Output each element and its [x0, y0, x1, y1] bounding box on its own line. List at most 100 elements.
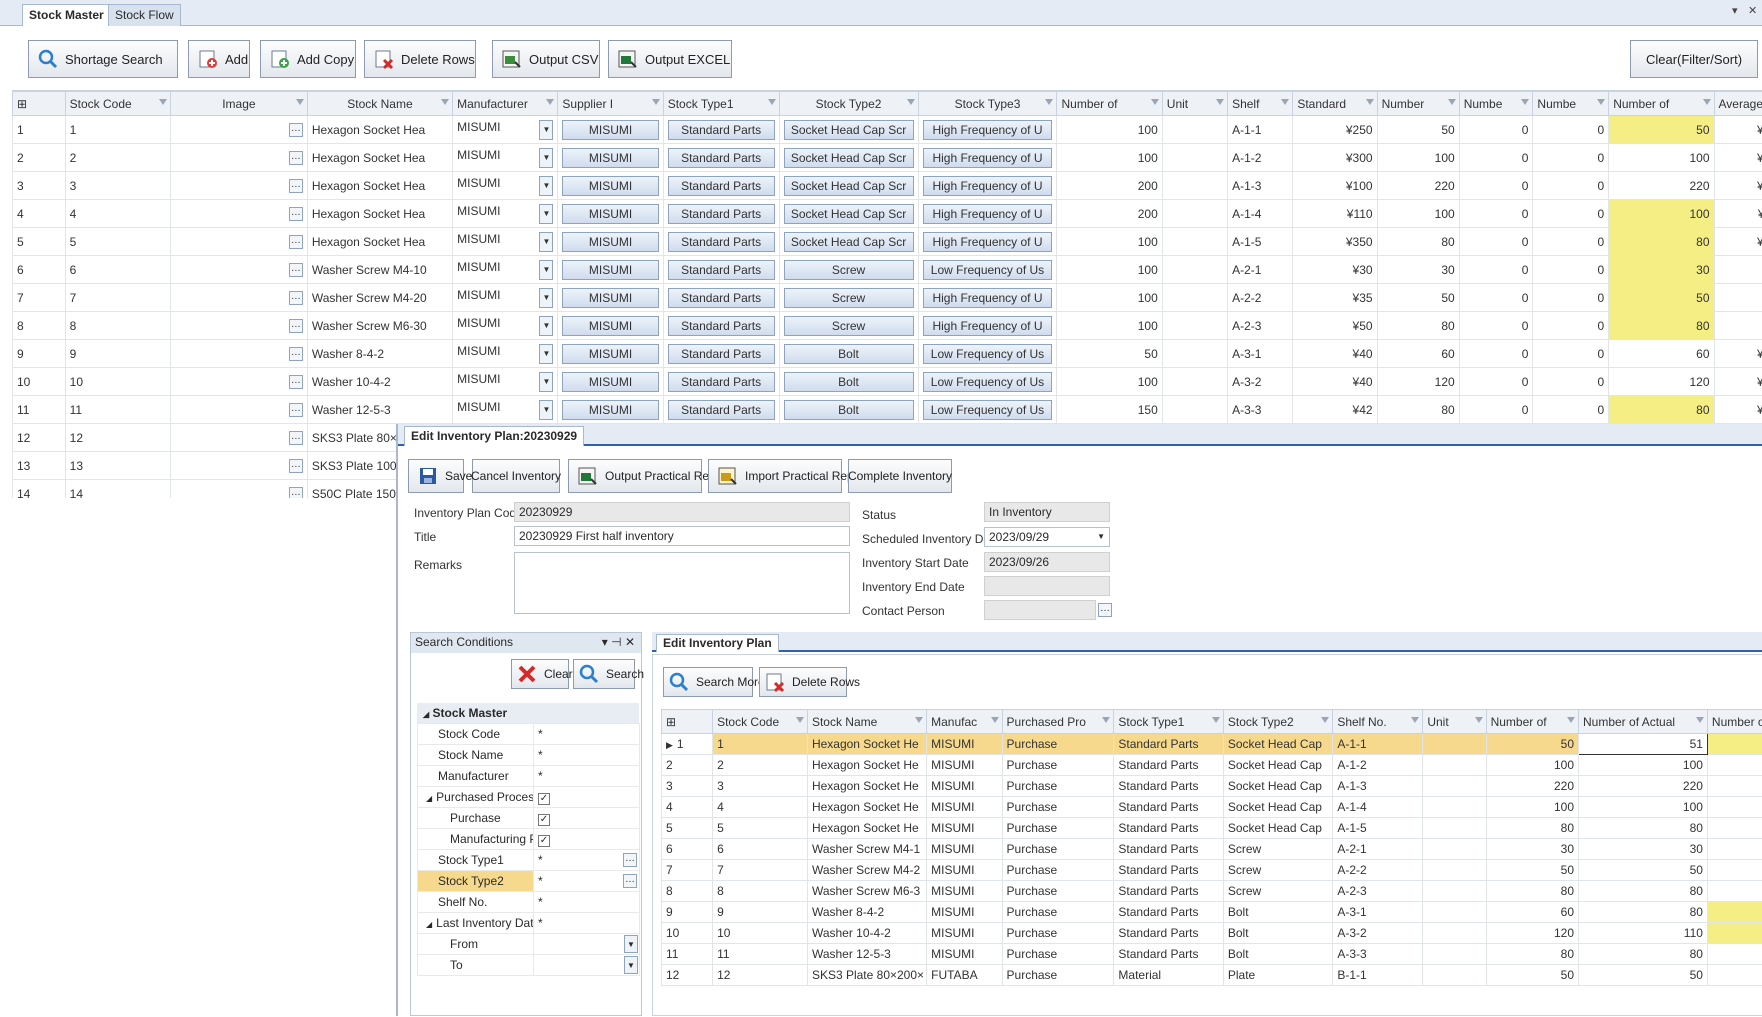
table-cell[interactable]: 100	[1486, 755, 1578, 776]
ellipsis-button[interactable]: …	[623, 874, 637, 888]
table-cell[interactable]: 110	[1579, 923, 1708, 944]
table-cell[interactable]: 60	[1486, 902, 1578, 923]
table-cell[interactable]: MISUMI	[558, 340, 663, 368]
image-ellipsis-button[interactable]: …	[289, 123, 303, 137]
table-cell[interactable]: MISUMI	[927, 881, 1002, 902]
table-cell[interactable]: 30	[1377, 256, 1459, 284]
cell-button[interactable]: Standard Parts	[668, 400, 775, 420]
table-cell[interactable]: 12	[65, 424, 170, 452]
complete-inventory-button[interactable]: Complete Inventory	[848, 459, 952, 493]
table-cell[interactable]: Washer Screw M4-20	[307, 284, 452, 312]
table-cell[interactable]: A-1-1	[1333, 734, 1423, 755]
table-cell[interactable]: 0	[1459, 368, 1533, 396]
table-cell[interactable]: Washer 8-4-2	[807, 902, 926, 923]
table-cell[interactable]: 13	[65, 452, 170, 480]
table-cell[interactable]: Screw	[1223, 881, 1332, 902]
table-cell[interactable]: Bolt	[1223, 902, 1332, 923]
table-cell[interactable]	[1707, 839, 1762, 860]
table-row[interactable]: 77…Washer Screw M4-20MISUMI▼MISUMIStanda…	[13, 284, 1762, 312]
table-cell[interactable]: …	[170, 340, 307, 368]
table-cell[interactable]: 5	[662, 818, 713, 839]
table-cell[interactable]: ¥30	[1293, 256, 1377, 284]
table-cell[interactable]: 8	[662, 881, 713, 902]
column-header[interactable]: Stock Name	[807, 710, 926, 734]
table-cell[interactable]: Socket Head Cap Scr	[779, 116, 918, 144]
table-cell[interactable]: A-2-2	[1228, 284, 1293, 312]
chevron-down-icon[interactable]: ▼	[624, 935, 638, 953]
table-cell[interactable]	[1423, 881, 1486, 902]
cell-button[interactable]: Screw	[784, 260, 914, 280]
table-cell[interactable]: Socket Head Cap	[1223, 755, 1332, 776]
chevron-down-icon[interactable]: ▼	[539, 400, 553, 420]
add-copy-button[interactable]: Add Copy	[260, 40, 356, 78]
table-cell[interactable]: 4	[65, 200, 170, 228]
output-practical-report-button[interactable]: Output Practical Report	[568, 459, 702, 493]
table-cell[interactable]: 4	[713, 797, 808, 818]
condition-row[interactable]: Shelf No.*	[418, 892, 640, 913]
image-ellipsis-button[interactable]: …	[289, 179, 303, 193]
condition-value-cell[interactable]: *	[534, 892, 640, 913]
cell-button[interactable]: High Frequency of U	[923, 120, 1053, 140]
table-cell[interactable]: Hexagon Socket Hea	[307, 228, 452, 256]
table-cell[interactable]: 0	[1533, 172, 1609, 200]
table-cell[interactable]: MISUMI	[927, 944, 1002, 965]
table-cell[interactable]: MISUMI▼	[453, 284, 558, 312]
table-row[interactable]: 44Hexagon Socket HeMISUMIPurchaseStandar…	[662, 797, 1762, 818]
table-cell[interactable]: Low Frequency of Us	[918, 368, 1057, 396]
column-header[interactable]: Unit	[1423, 710, 1486, 734]
table-cell[interactable]: Screw	[1223, 860, 1332, 881]
table-cell[interactable]: 80	[1609, 396, 1714, 424]
table-cell[interactable]	[1162, 340, 1227, 368]
condition-value-cell[interactable]: *…	[534, 871, 640, 892]
condition-row[interactable]: To▼	[418, 955, 640, 976]
table-cell[interactable]: Standard Parts	[1114, 755, 1223, 776]
clear-filter-sort-button[interactable]: Clear(Filter/Sort)	[1630, 40, 1758, 78]
table-cell[interactable]: Purchase	[1002, 776, 1114, 797]
table-cell[interactable]: …	[170, 200, 307, 228]
table-cell[interactable]: Hexagon Socket Hea	[307, 172, 452, 200]
table-cell[interactable]: 11	[65, 396, 170, 424]
table-cell[interactable]: 2	[13, 144, 66, 172]
table-cell[interactable]: Standard Parts	[1114, 818, 1223, 839]
table-cell[interactable]: Hexagon Socket He	[807, 797, 926, 818]
table-cell[interactable]: SKS3 Plate 80×200×	[807, 965, 926, 986]
table-cell[interactable]: 0	[1533, 116, 1609, 144]
table-cell[interactable]: 10	[65, 368, 170, 396]
table-cell[interactable]: 9	[65, 340, 170, 368]
table-row[interactable]: 77Washer Screw M4-2MISUMIPurchaseStandar…	[662, 860, 1762, 881]
table-cell[interactable]: Socket Head Cap	[1223, 797, 1332, 818]
table-cell[interactable]: ¥10	[1714, 396, 1762, 424]
chevron-down-icon[interactable]: ▼	[539, 316, 553, 336]
image-ellipsis-button[interactable]: …	[289, 151, 303, 165]
table-cell[interactable]: Purchase	[1002, 902, 1114, 923]
chevron-down-icon[interactable]: ▼	[539, 120, 553, 140]
table-cell[interactable]: …	[170, 116, 307, 144]
cell-button[interactable]: MISUMI	[562, 120, 658, 140]
condition-row[interactable]: Stock Type2*…	[418, 871, 640, 892]
table-cell[interactable]: MISUMI	[927, 860, 1002, 881]
cancel-inventory-button[interactable]: Cancel Inventory	[472, 459, 560, 493]
tab-edit-inventory-plan[interactable]: Edit Inventory Plan	[656, 634, 779, 652]
column-header[interactable]: Standard	[1293, 92, 1377, 116]
table-cell[interactable]: 6	[662, 839, 713, 860]
table-row[interactable]: 22…Hexagon Socket HeaMISUMI▼MISUMIStanda…	[13, 144, 1762, 172]
table-cell[interactable]: Standard Parts	[663, 256, 779, 284]
table-cell[interactable]: MISUMI▼	[453, 144, 558, 172]
table-cell[interactable]: 30	[1609, 256, 1714, 284]
cell-button[interactable]: Socket Head Cap Scr	[784, 204, 914, 224]
table-cell[interactable]: 7	[662, 860, 713, 881]
table-cell[interactable]: 0	[1459, 340, 1533, 368]
cell-button[interactable]: MISUMI	[562, 372, 658, 392]
table-cell[interactable]: Material	[1114, 965, 1223, 986]
table-cell[interactable]: 2	[662, 755, 713, 776]
table-cell[interactable]: …	[170, 452, 307, 480]
table-cell[interactable]	[1423, 797, 1486, 818]
table-cell[interactable]: 80	[1377, 228, 1459, 256]
table-cell[interactable]: Washer Screw M4-10	[307, 256, 452, 284]
image-ellipsis-button[interactable]: …	[289, 431, 303, 445]
table-cell[interactable]: Standard Parts	[1114, 734, 1223, 755]
table-cell[interactable]: 120	[1609, 368, 1714, 396]
table-cell[interactable]: Standard Parts	[663, 368, 779, 396]
table-cell[interactable]: MISUMI	[558, 368, 663, 396]
table-cell[interactable]	[1707, 776, 1762, 797]
